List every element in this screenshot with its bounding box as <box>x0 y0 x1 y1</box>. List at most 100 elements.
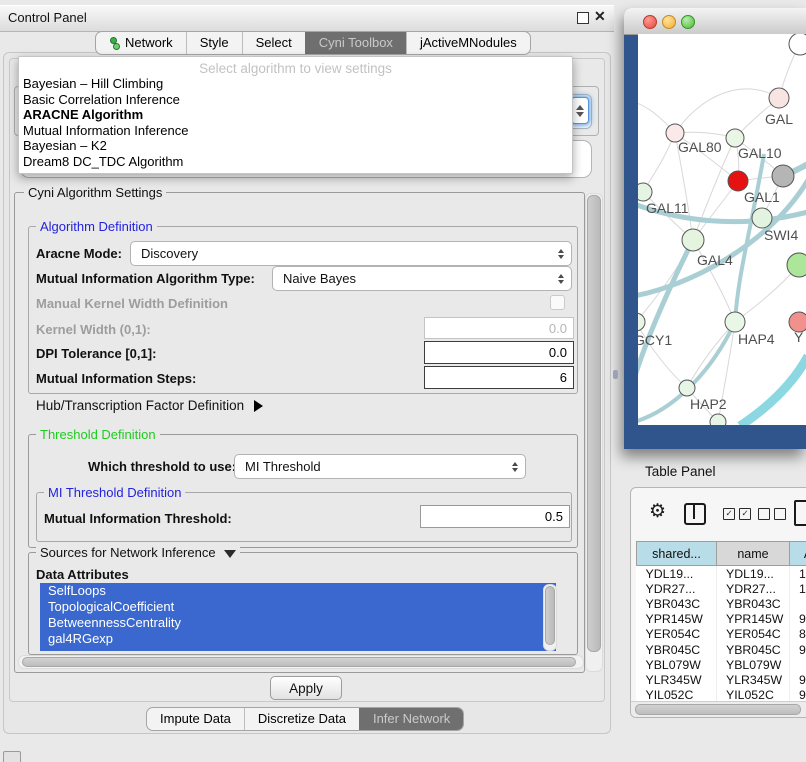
tab-infer-network[interactable]: Infer Network <box>359 708 463 730</box>
table-cell[interactable]: 13 <box>790 566 806 582</box>
network-node[interactable] <box>638 313 645 331</box>
table-cell[interactable]: YBL079W <box>637 657 717 672</box>
network-node-label: HAP2 <box>690 396 727 412</box>
table-cell[interactable]: 9. <box>790 642 806 657</box>
table-row[interactable]: YBR043CYBR043C <box>637 596 806 611</box>
table-row[interactable]: YBR045CYBR045C9. <box>637 642 806 657</box>
network-node[interactable] <box>679 380 695 396</box>
network-view-window[interactable]: GALGAL80GAL10GAL1GAL11SWI4GAL4GCY1HAP4YH… <box>624 8 806 449</box>
table-cell[interactable]: 12 <box>790 581 806 596</box>
table-cell[interactable]: YPR145W <box>637 612 717 627</box>
mi-steps-field[interactable]: 6 <box>424 366 574 389</box>
network-node[interactable] <box>728 171 748 191</box>
attribute-list-item[interactable]: BetweennessCentrality <box>40 615 556 631</box>
split-columns-icon[interactable] <box>684 503 706 525</box>
tab-style[interactable]: Style <box>186 32 242 54</box>
table-cell[interactable]: YBR043C <box>637 596 717 611</box>
algorithm-option[interactable]: Bayesian – Hill Climbing <box>19 76 572 92</box>
algorithm-option[interactable]: ARACNE Algorithm <box>19 107 572 123</box>
aracne-mode-combo[interactable]: Discovery <box>130 241 572 266</box>
table-cell[interactable] <box>790 596 806 611</box>
apply-button[interactable]: Apply <box>270 676 342 700</box>
network-node-label: GAL11 <box>646 200 689 216</box>
table-row[interactable]: YBL079WYBL079W <box>637 657 806 672</box>
table-cell[interactable]: YLR345W <box>637 672 717 687</box>
table-row[interactable]: YDL19...YDL19...13 <box>637 566 806 582</box>
table-cell[interactable]: YLR345W <box>717 672 790 687</box>
table-cell[interactable]: YER054C <box>637 627 717 642</box>
table-cell[interactable]: YBL079W <box>717 657 790 672</box>
mi-threshold-field[interactable]: 0.5 <box>420 505 570 528</box>
tab-jactivemnodules[interactable]: jActiveMNodules <box>406 32 530 54</box>
network-node[interactable] <box>725 312 745 332</box>
network-node[interactable] <box>682 229 704 251</box>
checked-boxes-icon[interactable]: ✓✓ <box>723 508 751 520</box>
table-column-header[interactable]: name <box>717 542 790 566</box>
hub-definition-expander[interactable]: Hub/Transcription Factor Definition <box>36 398 263 413</box>
table-cell[interactable]: YPR145W <box>717 612 790 627</box>
data-attributes-list[interactable]: SelfLoopsTopologicalCoefficientBetweenne… <box>40 583 556 651</box>
table-row[interactable]: YPR145WYPR145W9. <box>637 612 806 627</box>
close-icon[interactable]: ✕ <box>594 8 606 25</box>
table-cell[interactable]: YBR045C <box>717 642 790 657</box>
sources-group-title[interactable]: Sources for Network Inference <box>36 546 240 559</box>
network-node[interactable] <box>787 253 806 277</box>
table-cell[interactable]: YDL19... <box>637 566 717 582</box>
network-node[interactable] <box>710 414 726 425</box>
network-node[interactable] <box>752 208 772 228</box>
table-row[interactable]: YLR345WYLR345W9. <box>637 672 806 687</box>
float-window-icon[interactable] <box>577 12 589 24</box>
table-cell[interactable]: YBR043C <box>717 596 790 611</box>
algorithm-option[interactable]: Dream8 DC_TDC Algorithm <box>19 154 572 170</box>
table-hscrollbar-thumb[interactable] <box>635 704 801 715</box>
which-threshold-combo[interactable]: MI Threshold <box>234 454 526 479</box>
combo-stepper-icon[interactable] <box>571 97 589 124</box>
table-row[interactable]: YER054CYER054C8. <box>637 627 806 642</box>
algorithm-option[interactable]: Bayesian – K2 <box>19 138 572 154</box>
table-column-header[interactable]: shared... <box>637 542 717 566</box>
attr-list-scrollbar-thumb[interactable] <box>545 586 555 645</box>
table-cell[interactable] <box>790 657 806 672</box>
algorithm-option[interactable]: Mutual Information Inference <box>19 123 572 139</box>
network-node[interactable] <box>772 165 794 187</box>
table-row[interactable]: YDR27...YDR27...12 <box>637 581 806 596</box>
panel-splitter-handle[interactable] <box>613 370 618 379</box>
tab-cyni-toolbox[interactable]: Cyni Toolbox <box>305 32 406 54</box>
network-node-label: GAL1 <box>744 189 780 205</box>
manual-kernel-checkbox[interactable] <box>550 295 565 310</box>
document-icon[interactable] <box>794 500 806 526</box>
algorithm-option[interactable]: Basic Correlation Inference <box>19 92 572 108</box>
tab-network[interactable]: Network <box>96 32 186 54</box>
tab-impute-data[interactable]: Impute Data <box>147 708 244 730</box>
table-cell[interactable]: 8. <box>790 627 806 642</box>
network-canvas[interactable]: GALGAL80GAL10GAL1GAL11SWI4GAL4GCY1HAP4YH… <box>638 34 806 425</box>
table-cell[interactable]: YER054C <box>717 627 790 642</box>
table-hscrollbar-track[interactable] <box>631 701 806 718</box>
attribute-list-item[interactable]: TopologicalCoefficient <box>40 599 556 615</box>
mi-type-combo[interactable]: Naive Bayes <box>272 266 572 291</box>
table-cell[interactable]: YDL19... <box>717 566 790 582</box>
settings-hscrollbar-thumb[interactable] <box>22 657 576 667</box>
gear-icon[interactable]: ⚙ <box>649 502 666 521</box>
network-node[interactable] <box>789 34 806 55</box>
tab-discretize-data[interactable]: Discretize Data <box>244 708 359 730</box>
network-node[interactable] <box>769 88 789 108</box>
settings-scrollbar-thumb[interactable] <box>587 195 601 652</box>
table-cell[interactable]: YBR045C <box>637 642 717 657</box>
table-column-header[interactable]: A <box>790 542 806 566</box>
zoom-traffic-light-icon[interactable] <box>681 15 695 29</box>
attribute-list-item[interactable]: SelfLoops <box>40 583 556 599</box>
attribute-list-item[interactable]: gal4RGexp <box>40 631 556 647</box>
table-cell[interactable]: YDR27... <box>717 581 790 596</box>
network-node[interactable] <box>638 183 652 201</box>
table-cell[interactable]: 9. <box>790 672 806 687</box>
table-cell[interactable]: 9. <box>790 612 806 627</box>
table-cell[interactable]: YDR27... <box>637 581 717 596</box>
unchecked-boxes-icon[interactable] <box>758 508 786 520</box>
tab-select[interactable]: Select <box>242 32 305 54</box>
kernel-width-field[interactable]: 0.0 <box>424 317 574 339</box>
minimize-traffic-light-icon[interactable] <box>662 15 676 29</box>
dpi-tolerance-field[interactable]: 0.0 <box>424 341 574 364</box>
close-traffic-light-icon[interactable] <box>643 15 657 29</box>
dock-corner-icon[interactable] <box>3 751 21 762</box>
